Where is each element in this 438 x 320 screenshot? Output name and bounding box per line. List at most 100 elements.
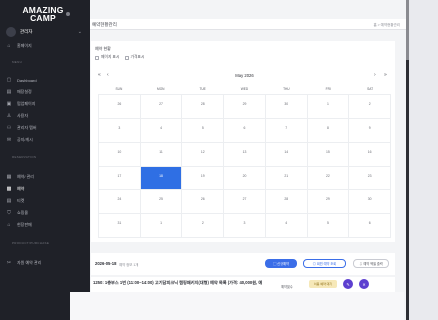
day-number: 26 xyxy=(117,102,122,106)
calendar-day[interactable]: 6 xyxy=(224,118,266,143)
calendar-day[interactable]: 21 xyxy=(265,166,308,191)
calendar-day[interactable]: 31 xyxy=(99,214,141,238)
page-display-checkbox[interactable] xyxy=(95,55,99,60)
calendar-day[interactable]: 2 xyxy=(349,95,391,119)
topbar: 예약현황관리 홈 > 예약현황관리 xyxy=(90,19,406,30)
next-month-button[interactable]: › xyxy=(374,72,376,78)
section-label-product: PRODUCT/PURCHASE xyxy=(12,241,50,245)
delete-icon[interactable]: ✕ xyxy=(359,279,369,289)
sidebar-item-homepage[interactable]: ⌂ 홈페이지 xyxy=(4,42,86,50)
calendar-day[interactable]: 29 xyxy=(224,95,266,119)
calendar-day[interactable]: 25 xyxy=(140,190,183,215)
calendar-day[interactable]: 12 xyxy=(182,142,225,167)
day-number: 3 xyxy=(243,221,246,226)
calendar-day[interactable]: 30 xyxy=(265,95,308,119)
calendar-day[interactable]: 10 xyxy=(99,142,141,167)
day-number: 6 xyxy=(368,221,371,226)
calendar-day[interactable]: 8 xyxy=(307,118,350,143)
calendar-day[interactable]: 15 xyxy=(307,142,350,167)
sidebar: AMAZING CAMP 관리자 ⌄ ⌂ 홈페이지 MENU ▢ Dashboa… xyxy=(0,0,90,320)
sidebar-item-store[interactable]: ▤ 매장설정 xyxy=(4,88,86,96)
store-icon: ▤ xyxy=(6,89,12,95)
new-reservation-button[interactable]: ▢ 신규예약 xyxy=(265,259,297,268)
calendar-grid: 26 27 28 29 30 1 2 3 4 5 6 7 8 9 10 11 12 13 14 15 16 17 18 19 2… xyxy=(98,94,391,238)
calendar-day[interactable]: 9 xyxy=(349,118,391,143)
weekday: SAT xyxy=(367,87,374,91)
sidebar-item-shop[interactable]: ⛉ 쇼핑몰 xyxy=(4,209,86,217)
calendar-day[interactable]: 20 xyxy=(224,166,266,191)
day-number: 29 xyxy=(242,102,247,106)
calendar-day[interactable]: 16 xyxy=(349,142,391,167)
calendar-day[interactable]: 7 xyxy=(265,118,308,143)
weekday: TUE xyxy=(199,87,206,91)
sidebar-item-onsite-sales[interactable]: ⌂ 현장판매 xyxy=(4,221,86,229)
weekday-header: SUN MON TUE WED THU FRI SAT xyxy=(98,85,391,93)
calendar-day[interactable]: 13 xyxy=(224,142,266,167)
sidebar-item-resource-reservation[interactable]: ✂ 자원 예약 관리 xyxy=(4,259,86,267)
calendar-day[interactable]: 26 xyxy=(99,95,141,119)
price-display-checkbox[interactable] xyxy=(124,55,129,60)
calendar-day[interactable]: 17 xyxy=(99,166,141,191)
calendar-day[interactable]: 30 xyxy=(349,190,391,215)
section-label-menu: MENU xyxy=(12,60,23,64)
weekday: SUN xyxy=(115,87,123,91)
sidebar-item-label: Dashboard xyxy=(17,77,37,83)
sidebar-item-label: 관리자 멤버 xyxy=(17,125,37,130)
calendar-day[interactable]: 22 xyxy=(307,166,350,191)
calendar-day[interactable]: 27 xyxy=(140,95,183,119)
calendar-day[interactable]: 11 xyxy=(140,142,183,167)
sidebar-item-ticket[interactable]: ▤ 티켓 xyxy=(4,197,86,205)
sidebar-item-dashboard[interactable]: ▢ Dashboard xyxy=(4,76,86,84)
calendar-day[interactable]: 1 xyxy=(140,214,183,238)
sidebar-item-notice[interactable]: ✉ 공지/게시 xyxy=(4,136,86,144)
member-search-button[interactable]: ◎ 회원 예약 조회 xyxy=(303,259,346,268)
day-number: 6 xyxy=(243,125,246,130)
day-number: 20 xyxy=(242,173,247,178)
calendar-icon: ▦ xyxy=(6,174,12,180)
sidebar-item-users[interactable]: ♙ 사용자 xyxy=(4,112,86,120)
calendar-day[interactable]: 19 xyxy=(182,166,225,191)
calendar-day[interactable]: 2 xyxy=(182,214,225,238)
status-badge: 이용 예약 대기 xyxy=(309,280,337,288)
reservation-sub: 예약횟수 xyxy=(281,285,293,289)
sidebar-item-popup[interactable]: ▣ 펌업페이지 xyxy=(4,100,86,108)
calendar-day[interactable]: 5 xyxy=(182,118,225,143)
calendar-day[interactable]: 26 xyxy=(182,190,225,215)
weekday: MON xyxy=(157,87,165,91)
calendar-day[interactable]: 29 xyxy=(307,190,350,215)
user-menu[interactable]: 관리자 ⌄ xyxy=(4,25,86,38)
right-margin xyxy=(406,0,438,320)
calendar-day[interactable]: 18 xyxy=(140,166,183,191)
sidebar-item-admin-members[interactable]: ⚇ 관리자 멤버 xyxy=(4,124,86,132)
logo-dot xyxy=(66,12,70,16)
edit-icon[interactable]: ✎ xyxy=(343,279,353,289)
sidebar-item-label: 사용자 xyxy=(17,113,29,118)
day-number: 26 xyxy=(200,197,205,202)
calendar-day[interactable]: 27 xyxy=(224,190,266,215)
day-number: 29 xyxy=(326,197,330,202)
section-label-reservation: RESERVATION xyxy=(12,155,37,159)
sidebar-item-reservation-manage[interactable]: ▦ 예약/ 관리 xyxy=(4,173,86,181)
calendar-day[interactable]: 3 xyxy=(224,214,266,238)
sidebar-item-reservation[interactable]: ▩ 예약 xyxy=(4,185,86,193)
calendar-day[interactable]: 23 xyxy=(349,166,391,191)
sidebar-item-label: 예약/ 관리 xyxy=(17,174,34,179)
scrollbar-thumb[interactable] xyxy=(406,0,409,60)
weekday: WED xyxy=(240,87,249,91)
sidebar-item-label: 매장설정 xyxy=(17,89,32,94)
calendar-day[interactable]: 5 xyxy=(307,214,350,238)
calendar-day[interactable]: 4 xyxy=(140,118,183,143)
calendar-day[interactable]: 6 xyxy=(349,214,391,238)
calendar-day[interactable]: 1 xyxy=(307,95,350,119)
calendar-day[interactable]: 14 xyxy=(265,142,308,167)
calendar-header: « ‹ May 2026 › » xyxy=(98,72,391,82)
next-year-button[interactable]: » xyxy=(384,72,387,78)
calendar-day[interactable]: 4 xyxy=(265,214,308,238)
day-number: 30 xyxy=(367,197,372,202)
calendar-day[interactable]: 3 xyxy=(99,118,141,143)
calendar-day[interactable]: 28 xyxy=(182,95,225,119)
reservation-row[interactable]: 1250: 1층부스 1번 (11:00~14:00) 고기담피크닉 캠핑패키지… xyxy=(91,277,395,292)
calendar-day[interactable]: 28 xyxy=(265,190,308,215)
excel-export-button[interactable]: ⇩ 예약 엑셀 출력 xyxy=(353,259,389,268)
calendar-day[interactable]: 24 xyxy=(99,190,141,215)
